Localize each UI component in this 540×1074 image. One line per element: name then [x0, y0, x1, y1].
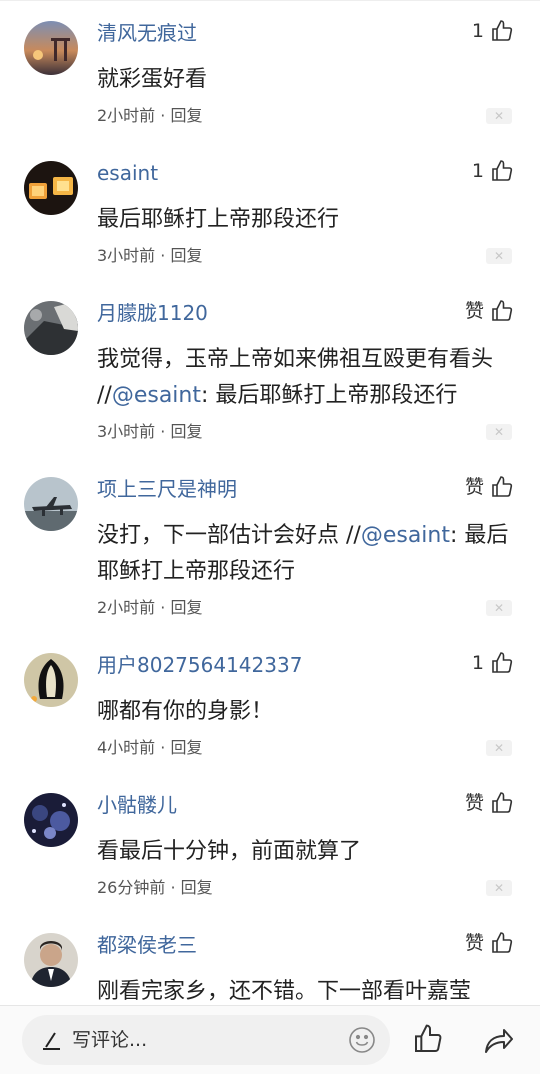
username[interactable]: 用户8027564142337: [97, 652, 302, 678]
thumbs-up-icon: [492, 20, 513, 41]
thumbs-up-icon: [492, 792, 513, 813]
comment-text: 刚看完家乡，还不错。下一部看叶嘉莹: [97, 979, 472, 1004]
dismiss-button[interactable]: ✕: [486, 108, 512, 124]
like-count: 1: [471, 20, 484, 42]
avatar[interactable]: [24, 301, 78, 355]
like-count: 1: [471, 160, 484, 182]
thumbs-up-icon: [492, 300, 513, 321]
comment-item: 都梁侯老三 赞 刚看完家乡，还不错。下一部看叶嘉莹: [0, 912, 540, 1005]
comment-item: 清风无痕过 1 就彩蛋好看 2小时前 · 回复 ✕: [0, 0, 540, 140]
comment-text: 看最后十分钟，前面就算了: [97, 839, 362, 864]
mention-link[interactable]: @esaint: [112, 383, 201, 408]
mention-link[interactable]: @esaint: [361, 523, 450, 548]
pen-icon: [43, 1032, 60, 1050]
thumbs-up-icon: [492, 160, 513, 181]
comment-meta: 3小时前 · 回复: [97, 422, 203, 441]
reply-link[interactable]: 回复: [170, 598, 202, 617]
close-icon: ✕: [493, 881, 505, 895]
dismiss-button[interactable]: ✕: [486, 740, 512, 756]
comment-text: 没打，下一部估计会好点 //@esaint: 最后耶稣打上帝那段还行: [97, 523, 509, 584]
comment-item: 项上三尺是神明 赞 没打，下一部估计会好点 //@esaint: 最后耶稣打上帝…: [0, 456, 540, 632]
comment-meta: 2小时前 · 回复: [97, 598, 203, 617]
like-count: 赞: [464, 792, 484, 814]
comment-text: 哪都有你的身影！: [97, 699, 274, 724]
comment-text: 就彩蛋好看: [97, 67, 208, 92]
reply-link[interactable]: 回复: [170, 106, 202, 125]
comment-text: 我觉得，玉帝上帝如来佛祖互殴更有看头 //@esaint: 最后耶稣打上帝那段还…: [97, 347, 494, 408]
dismiss-button[interactable]: ✕: [486, 424, 512, 440]
avatar[interactable]: [24, 793, 78, 847]
close-icon: ✕: [493, 741, 505, 755]
close-icon: ✕: [493, 249, 505, 263]
username[interactable]: 都梁侯老三: [97, 932, 197, 958]
share-icon[interactable]: [482, 1024, 514, 1056]
like-button[interactable]: 1: [472, 158, 514, 184]
like-count: 1: [471, 652, 484, 674]
like-button[interactable]: 赞: [465, 298, 514, 324]
comment-placeholder: 写评论...: [72, 1029, 148, 1051]
close-icon: ✕: [493, 425, 505, 439]
avatar[interactable]: [24, 21, 78, 75]
comment-input-bar: 写评论...: [0, 1005, 540, 1074]
comment-item: 小骷髅儿 赞 看最后十分钟，前面就算了 26分钟前 · 回复 ✕: [0, 772, 540, 912]
like-button[interactable]: 1: [472, 650, 514, 676]
username[interactable]: esaint: [97, 160, 158, 186]
username[interactable]: 项上三尺是神明: [97, 476, 237, 502]
emoji-icon[interactable]: [348, 1026, 376, 1054]
reply-link[interactable]: 回复: [181, 878, 213, 897]
timestamp: 4小时前: [97, 738, 156, 757]
reply-link[interactable]: 回复: [170, 738, 202, 757]
dismiss-button[interactable]: ✕: [486, 880, 512, 896]
username[interactable]: 小骷髅儿: [97, 792, 177, 818]
comment-meta: 2小时前 · 回复: [97, 106, 203, 125]
avatar[interactable]: [24, 161, 78, 215]
like-count: 赞: [464, 300, 484, 322]
reply-link[interactable]: 回复: [170, 422, 202, 441]
like-icon[interactable]: [412, 1023, 444, 1055]
timestamp: 26分钟前: [97, 878, 166, 897]
timestamp: 3小时前: [97, 246, 156, 265]
thumbs-up-icon: [492, 652, 513, 673]
dismiss-button[interactable]: ✕: [486, 248, 512, 264]
avatar[interactable]: [24, 933, 78, 987]
timestamp: 2小时前: [97, 106, 156, 125]
comment-meta: 26分钟前 · 回复: [97, 878, 213, 897]
comment-list[interactable]: 清风无痕过 1 就彩蛋好看 2小时前 · 回复 ✕ esaint 1 最后耶稣打…: [0, 0, 540, 1005]
thumbs-up-icon: [492, 476, 513, 497]
username[interactable]: 清风无痕过: [97, 20, 197, 46]
comment-item: 用户8027564142337 1 哪都有你的身影！ 4小时前 · 回复 ✕: [0, 632, 540, 772]
close-icon: ✕: [493, 601, 505, 615]
comment-meta: 3小时前 · 回复: [97, 246, 203, 265]
comment-text: 最后耶稣打上帝那段还行: [97, 207, 340, 232]
comment-meta: 4小时前 · 回复: [97, 738, 203, 757]
comment-item: 月朦胧1120 赞 我觉得，玉帝上帝如来佛祖互殴更有看头 //@esaint: …: [0, 280, 540, 456]
like-button[interactable]: 赞: [465, 930, 514, 956]
avatar[interactable]: [24, 653, 78, 707]
like-count: 赞: [464, 932, 484, 954]
like-count: 赞: [464, 476, 484, 498]
timestamp: 3小时前: [97, 422, 156, 441]
like-button[interactable]: 1: [472, 18, 514, 44]
dismiss-button[interactable]: ✕: [486, 600, 512, 616]
thumbs-up-icon: [492, 932, 513, 953]
like-button[interactable]: 赞: [465, 474, 514, 500]
reply-link[interactable]: 回复: [170, 246, 202, 265]
avatar[interactable]: [24, 477, 78, 531]
username[interactable]: 月朦胧1120: [97, 300, 208, 326]
comment-input[interactable]: 写评论...: [22, 1015, 390, 1065]
timestamp: 2小时前: [97, 598, 156, 617]
like-button[interactable]: 赞: [465, 790, 514, 816]
comment-item: esaint 1 最后耶稣打上帝那段还行 3小时前 · 回复 ✕: [0, 140, 540, 280]
close-icon: ✕: [493, 109, 505, 123]
